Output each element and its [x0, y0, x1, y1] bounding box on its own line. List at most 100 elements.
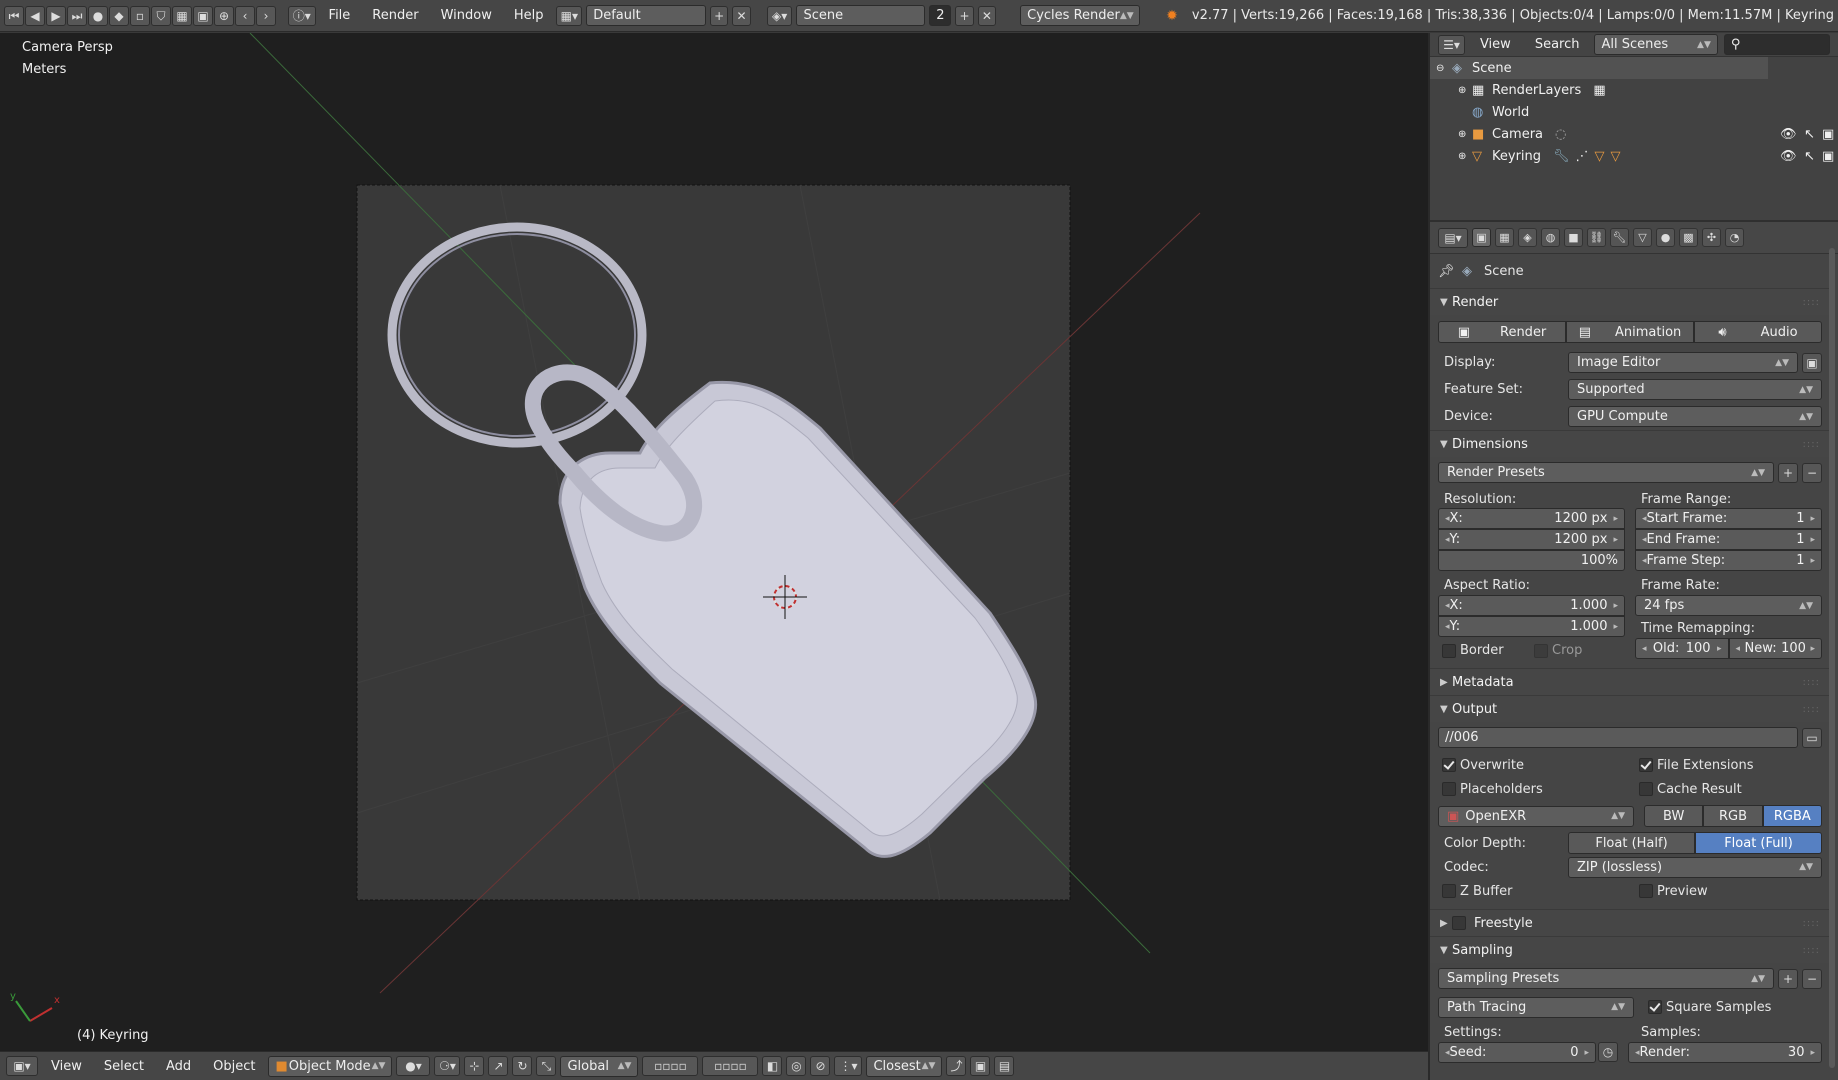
- time-remap-old-field[interactable]: ◂ Old: 100 ▸: [1635, 638, 1729, 659]
- constraints-tab-icon[interactable]: ⛓: [1587, 228, 1606, 247]
- add-layout-icon[interactable]: +: [709, 5, 729, 26]
- keyframe-icon[interactable]: ◆: [109, 5, 129, 26]
- expand-icon[interactable]: ⊕: [1458, 85, 1472, 96]
- scene-tab-icon[interactable]: ◈: [1518, 228, 1537, 247]
- crop-checkbox[interactable]: [1534, 643, 1548, 658]
- resolution-x-field[interactable]: ◂ X: 1200 px ▸: [1438, 508, 1625, 529]
- add-icon[interactable]: ⊕: [214, 5, 234, 26]
- snap-element-icon[interactable]: ⋮▾: [834, 1056, 863, 1076]
- outliner-item-renderlayers[interactable]: ⊕ ▦ RenderLayers ▦: [1430, 79, 1838, 101]
- properties-scrollbar[interactable]: [1829, 248, 1835, 1068]
- texture-tab-icon[interactable]: ▩: [1679, 228, 1698, 247]
- render-engine-select[interactable]: Cycles Render ▲▼: [1020, 5, 1141, 26]
- add-preset-icon[interactable]: +: [1778, 462, 1798, 483]
- animation-button[interactable]: ▤ Animation: [1566, 321, 1694, 343]
- outliner-menu-view[interactable]: View: [1471, 37, 1520, 52]
- collapse-icon[interactable]: ⊖: [1436, 63, 1452, 74]
- menu-help[interactable]: Help: [505, 8, 553, 23]
- layout-field[interactable]: Default: [586, 5, 706, 26]
- drag-handle-icon[interactable]: ::::: [1803, 439, 1820, 450]
- snap-target-select[interactable]: Closest ▲▼: [866, 1055, 943, 1077]
- drag-handle-icon[interactable]: ::::: [1803, 704, 1820, 715]
- menu-render[interactable]: Render: [363, 8, 427, 23]
- layout-icon[interactable]: ▦▾: [556, 5, 583, 26]
- float-full-button[interactable]: Float (Full): [1695, 832, 1822, 854]
- square-samples-checkbox[interactable]: [1648, 1000, 1662, 1014]
- chevron-left-icon[interactable]: ‹: [235, 5, 255, 26]
- snap-icon[interactable]: ⊘: [810, 1056, 831, 1076]
- properties-panel[interactable]: 📌︎ ◈ Scene ▼ Render:::: ▣ Render ▤ Animation …: [1430, 254, 1838, 1074]
- add-preset-icon[interactable]: +: [1778, 968, 1798, 989]
- translate-icon[interactable]: ↗: [488, 1056, 509, 1076]
- placeholders-checkbox[interactable]: [1442, 782, 1456, 796]
- data-tab-icon[interactable]: ▽: [1633, 228, 1652, 247]
- device-select[interactable]: GPU Compute ▲▼: [1568, 406, 1822, 427]
- drag-handle-icon[interactable]: ::::: [1803, 918, 1820, 929]
- expand-icon[interactable]: ⊕: [1458, 129, 1472, 140]
- frame-step-field[interactable]: ◂ Frame Step: 1 ▸: [1635, 550, 1822, 571]
- visibility-eye-icon[interactable]: 👁: [1780, 149, 1797, 164]
- editor-type-icon[interactable]: ▣▾: [6, 1056, 38, 1076]
- menu-view[interactable]: View: [42, 1059, 91, 1074]
- metadata-panel-header[interactable]: ▶ Metadata::::: [1430, 668, 1830, 695]
- play-icon[interactable]: ▶: [46, 5, 66, 26]
- outliner-tree[interactable]: ⊖ ◈ Scene ⊕ ▦ RenderLayers ▦ ◍ World ⊕ ■ Camera ◌…: [1430, 57, 1838, 222]
- orientation-select[interactable]: Global ▲▼: [560, 1055, 639, 1077]
- select-cursor-icon[interactable]: ↖: [1804, 149, 1815, 164]
- drag-handle-icon[interactable]: ::::: [1803, 297, 1820, 308]
- proportional-edit-icon[interactable]: ◎: [786, 1056, 807, 1076]
- physics-tab-icon[interactable]: ◔: [1725, 228, 1744, 247]
- render-camera-icon[interactable]: ▣: [1822, 149, 1834, 164]
- end-frame-field[interactable]: ◂ End Frame: 1 ▸: [1635, 529, 1822, 550]
- close-icon[interactable]: ✕: [977, 5, 997, 26]
- jump-end-icon[interactable]: ⏭: [67, 5, 87, 26]
- freestyle-panel-header[interactable]: ▶ Freestyle::::: [1430, 909, 1830, 936]
- jump-start-icon[interactable]: ⏮: [4, 5, 24, 26]
- close-icon[interactable]: ✕: [732, 5, 751, 26]
- menu-select[interactable]: Select: [95, 1059, 153, 1074]
- camera-icon[interactable]: ▣: [193, 5, 213, 26]
- float-half-button[interactable]: Float (Half): [1568, 832, 1695, 854]
- scene-field[interactable]: Scene: [796, 5, 926, 26]
- render-panel-header[interactable]: ▼ Render::::: [1430, 288, 1830, 315]
- layers-icon[interactable]: ▫▫▫▫: [702, 1056, 759, 1076]
- display-mode-select[interactable]: All Scenes ▲▼: [1594, 34, 1718, 55]
- add-scene-icon[interactable]: +: [955, 5, 974, 26]
- frame-rate-select[interactable]: 24 fps ▲▼: [1635, 595, 1822, 616]
- modifiers-tab-icon[interactable]: 🔧︎: [1610, 228, 1629, 247]
- chevron-right-icon[interactable]: ›: [256, 5, 276, 26]
- menu-add[interactable]: Add: [157, 1059, 200, 1074]
- record-icon[interactable]: ●: [88, 5, 108, 26]
- pin-icon[interactable]: 📌︎: [1438, 264, 1458, 279]
- shading-icon[interactable]: ●▾: [396, 1056, 431, 1076]
- cache-result-checkbox[interactable]: [1639, 782, 1653, 796]
- resolution-y-field[interactable]: ◂ Y: 1200 px ▸: [1438, 529, 1625, 550]
- sampling-presets-select[interactable]: Sampling Presets ▲▼: [1438, 968, 1774, 989]
- sampling-panel-header[interactable]: ▼ Sampling::::: [1430, 936, 1830, 963]
- menu-file[interactable]: File: [320, 8, 360, 23]
- particles-tab-icon[interactable]: ✣: [1702, 228, 1721, 247]
- outliner-item-scene[interactable]: ⊖ ◈ Scene: [1430, 57, 1768, 79]
- outliner-editor-icon[interactable]: ☰▾: [1438, 34, 1465, 55]
- overwrite-checkbox[interactable]: [1442, 758, 1456, 772]
- outliner-item-keyring[interactable]: ⊕ ▽ Keyring 🔧︎ ⋰ ▽ ▽ 👁 ↖ ▣: [1430, 145, 1838, 167]
- shield-icon[interactable]: ⛉: [151, 5, 171, 26]
- 3d-viewport[interactable]: x y Camera Persp Meters (4) Keyring: [0, 33, 1428, 1051]
- lock-interface-icon[interactable]: ▣: [1802, 352, 1822, 373]
- folder-icon[interactable]: ▭: [1802, 727, 1822, 748]
- object-tab-icon[interactable]: ■: [1564, 228, 1583, 247]
- outliner-search-input[interactable]: ⚲: [1723, 34, 1830, 55]
- render-samples-field[interactable]: ◂ Render: 30 ▸: [1628, 1042, 1822, 1063]
- pivot-icon[interactable]: ⚆▾: [434, 1056, 461, 1076]
- render-presets-select[interactable]: Render Presets ▲▼: [1438, 462, 1774, 483]
- renderlayers-tab-icon[interactable]: ▦: [1495, 228, 1514, 247]
- render-camera-icon[interactable]: ▣: [1822, 127, 1834, 142]
- mode-select[interactable]: ■ Object Mode ▲▼: [268, 1055, 393, 1077]
- resolution-percentage-field[interactable]: 100%: [1438, 550, 1625, 571]
- drag-handle-icon[interactable]: ::::: [1803, 677, 1820, 688]
- border-checkbox[interactable]: [1442, 643, 1456, 658]
- start-frame-field[interactable]: ◂ Start Frame: 1 ▸: [1635, 508, 1822, 529]
- scene-icon[interactable]: ◈▾: [766, 5, 793, 26]
- time-remap-new-field[interactable]: ◂ New: 100 ▸: [1728, 638, 1822, 659]
- properties-editor-icon[interactable]: ▤▾: [1438, 227, 1468, 248]
